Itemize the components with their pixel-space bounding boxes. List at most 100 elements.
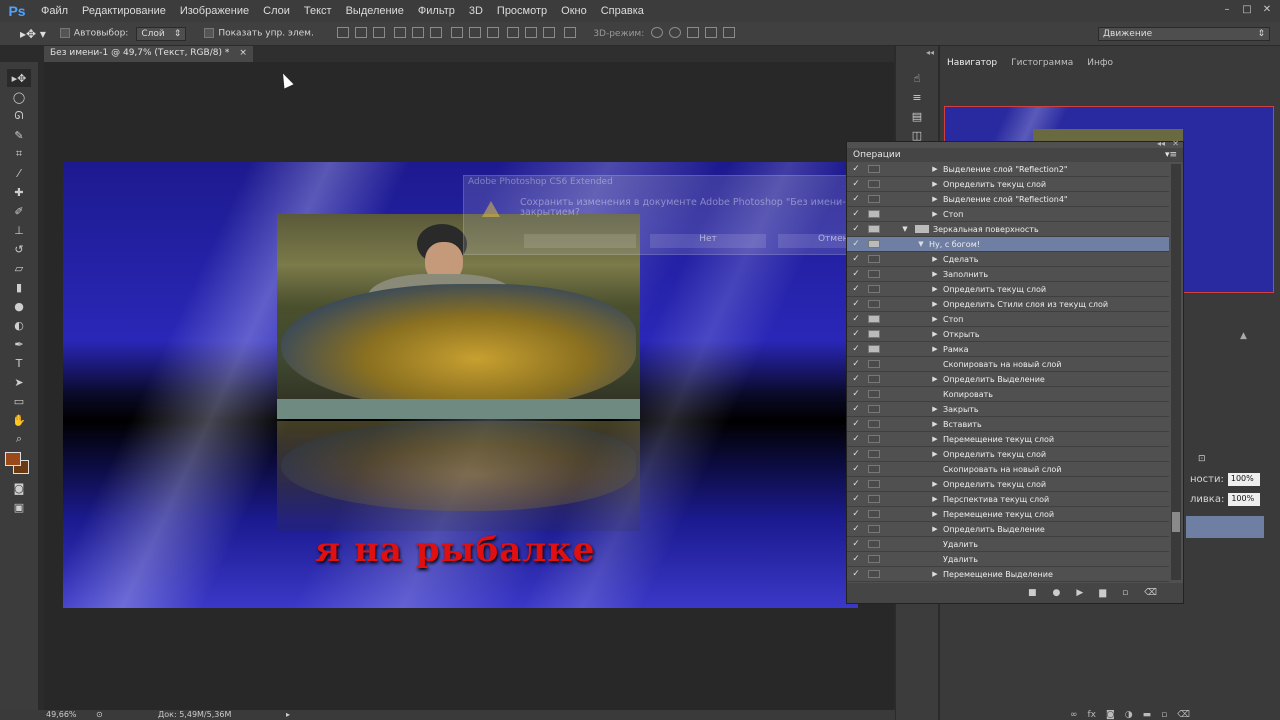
action-row[interactable]: ✓ ▶ Определить Выделение: [847, 372, 1169, 387]
distribute-vcenter-icon[interactable]: [468, 26, 481, 38]
action-row[interactable]: ✓ ▶ Определить текущ слой: [847, 477, 1169, 492]
quick-mask-icon[interactable]: ◙: [7, 479, 31, 497]
new-action-icon[interactable]: ▫: [1122, 588, 1128, 598]
action-row[interactable]: ✓ ▶ Заполнить: [847, 267, 1169, 282]
action-enabled-checkbox[interactable]: ✓: [847, 194, 865, 204]
action-enabled-checkbox[interactable]: ✓: [847, 554, 865, 564]
expand-right-icon[interactable]: ▶: [929, 435, 941, 443]
expand-right-icon[interactable]: ▶: [929, 495, 941, 503]
expand-right-icon[interactable]: ▶: [929, 525, 941, 533]
panel-collapse-icon[interactable]: ◂◂: [1157, 139, 1165, 148]
expand-right-icon[interactable]: ▶: [929, 285, 941, 293]
dialog-toggle[interactable]: [868, 210, 880, 218]
distribute-hcenter-icon[interactable]: [525, 26, 538, 38]
dialog-toggle[interactable]: [868, 225, 880, 233]
play-icon[interactable]: ▶: [1076, 588, 1083, 598]
action-enabled-checkbox[interactable]: ✓: [847, 329, 865, 339]
menu-item[interactable]: Просмотр: [490, 5, 554, 17]
marquee-tool-icon[interactable]: ◯: [7, 88, 31, 106]
dialog-toggle[interactable]: [868, 570, 880, 578]
status-icon[interactable]: ⊙: [96, 710, 103, 719]
action-row[interactable]: ✓ ▶ Определить текущ слой: [847, 447, 1169, 462]
expand-right-icon[interactable]: ▶: [929, 165, 941, 173]
status-arrow-icon[interactable]: ▸: [286, 710, 290, 719]
dialog-toggle[interactable]: [868, 180, 880, 188]
dialog-toggle[interactable]: [868, 420, 880, 428]
dialog-toggle[interactable]: [868, 510, 880, 518]
expand-right-icon[interactable]: ▶: [929, 210, 941, 218]
menu-item[interactable]: Редактирование: [75, 5, 173, 17]
new-layer-icon[interactable]: ▫: [1161, 710, 1167, 720]
blur-tool-icon[interactable]: ●: [7, 297, 31, 315]
align-top-icon[interactable]: [336, 26, 349, 38]
action-enabled-checkbox[interactable]: ✓: [847, 359, 865, 369]
align-vcenter-icon[interactable]: [354, 26, 367, 38]
distribute-bottom-icon[interactable]: [486, 26, 499, 38]
action-row[interactable]: ✓ ▼ Зеркальная поверхность: [847, 222, 1169, 237]
adjustments-icon[interactable]: ≡: [905, 88, 929, 106]
action-enabled-checkbox[interactable]: ✓: [847, 314, 865, 324]
dialog-toggle[interactable]: [868, 255, 880, 263]
dialog-toggle[interactable]: [868, 315, 880, 323]
healing-tool-icon[interactable]: ✚: [7, 183, 31, 201]
shape-tool-icon[interactable]: ▭: [7, 392, 31, 410]
action-enabled-checkbox[interactable]: ✓: [847, 284, 865, 294]
action-row[interactable]: ✓ ▶ Закрыть: [847, 402, 1169, 417]
scale3d-icon[interactable]: [723, 26, 736, 38]
expand-right-icon[interactable]: ▶: [929, 450, 941, 458]
action-row[interactable]: ✓ ▼ Ну, с богом!: [847, 237, 1169, 252]
dialog-toggle[interactable]: [868, 240, 880, 248]
zoom-level[interactable]: 49,66%: [46, 710, 77, 719]
pan3d-icon[interactable]: [687, 26, 700, 38]
expand-right-icon[interactable]: ▶: [929, 375, 941, 383]
action-enabled-checkbox[interactable]: ✓: [847, 449, 865, 459]
action-row[interactable]: ✓ ▶ Выделение слой "Reflection4": [847, 192, 1169, 207]
dialog-toggle[interactable]: [868, 480, 880, 488]
action-row[interactable]: ✓ Удалить: [847, 552, 1169, 567]
autoselect-dropdown[interactable]: Слой ⇕: [136, 26, 187, 41]
workspace-dropdown[interactable]: Движение ⇕: [1098, 26, 1270, 41]
action-row[interactable]: ✓ ▶ Определить текущ слой: [847, 282, 1169, 297]
expand-right-icon[interactable]: ▶: [929, 420, 941, 428]
menu-item[interactable]: Файл: [34, 5, 75, 17]
brush-tool-icon[interactable]: ✐: [7, 202, 31, 220]
action-row[interactable]: ✓ ▶ Определить Стили слоя из текущ слой: [847, 297, 1169, 312]
expand-right-icon[interactable]: ▶: [929, 405, 941, 413]
expand-right-icon[interactable]: ▶: [929, 330, 941, 338]
action-enabled-checkbox[interactable]: ✓: [847, 419, 865, 429]
scrollbar-thumb[interactable]: [1172, 512, 1180, 532]
zoom-tool-icon[interactable]: ⌕: [7, 430, 31, 448]
auto-align-icon[interactable]: [564, 26, 577, 38]
dialog-no-button[interactable]: Нет: [650, 234, 766, 248]
menu-item[interactable]: Текст: [297, 5, 339, 17]
tab-histogram[interactable]: Гистограмма: [1004, 58, 1080, 68]
expand-down-icon[interactable]: ▼: [899, 225, 911, 233]
dialog-toggle[interactable]: [868, 555, 880, 563]
hand-tool-icon[interactable]: ✋: [7, 411, 31, 429]
action-enabled-checkbox[interactable]: ✓: [847, 494, 865, 504]
clone-source-icon[interactable]: ▤: [905, 107, 929, 125]
action-enabled-checkbox[interactable]: ✓: [847, 569, 865, 579]
close-icon[interactable]: ✕: [1260, 3, 1274, 16]
selected-layer[interactable]: [1186, 516, 1264, 538]
record-icon[interactable]: ●: [1052, 588, 1060, 598]
folder-icon[interactable]: ▆: [1099, 588, 1106, 598]
slide3d-icon[interactable]: [705, 26, 718, 38]
dialog-toggle[interactable]: [868, 390, 880, 398]
expand-right-icon[interactable]: ▶: [929, 255, 941, 263]
dialog-toggle[interactable]: [868, 345, 880, 353]
trash-icon[interactable]: ⌫: [1144, 588, 1157, 598]
action-enabled-checkbox[interactable]: ✓: [847, 479, 865, 489]
action-enabled-checkbox[interactable]: ✓: [847, 209, 865, 219]
action-row[interactable]: ✓ ▶ Перемещение Выделение: [847, 567, 1169, 582]
action-enabled-checkbox[interactable]: ✓: [847, 164, 865, 174]
action-enabled-checkbox[interactable]: ✓: [847, 299, 865, 309]
action-row[interactable]: ✓ ▶ Стоп: [847, 312, 1169, 327]
actions-panel-title[interactable]: Операции: [853, 150, 901, 160]
action-row[interactable]: ✓ ▶ Перемещение текущ слой: [847, 507, 1169, 522]
path-select-tool-icon[interactable]: ➤: [7, 373, 31, 391]
action-row[interactable]: ✓ ▶ Открыть: [847, 327, 1169, 342]
action-enabled-checkbox[interactable]: ✓: [847, 404, 865, 414]
action-enabled-checkbox[interactable]: ✓: [847, 509, 865, 519]
action-enabled-checkbox[interactable]: ✓: [847, 434, 865, 444]
